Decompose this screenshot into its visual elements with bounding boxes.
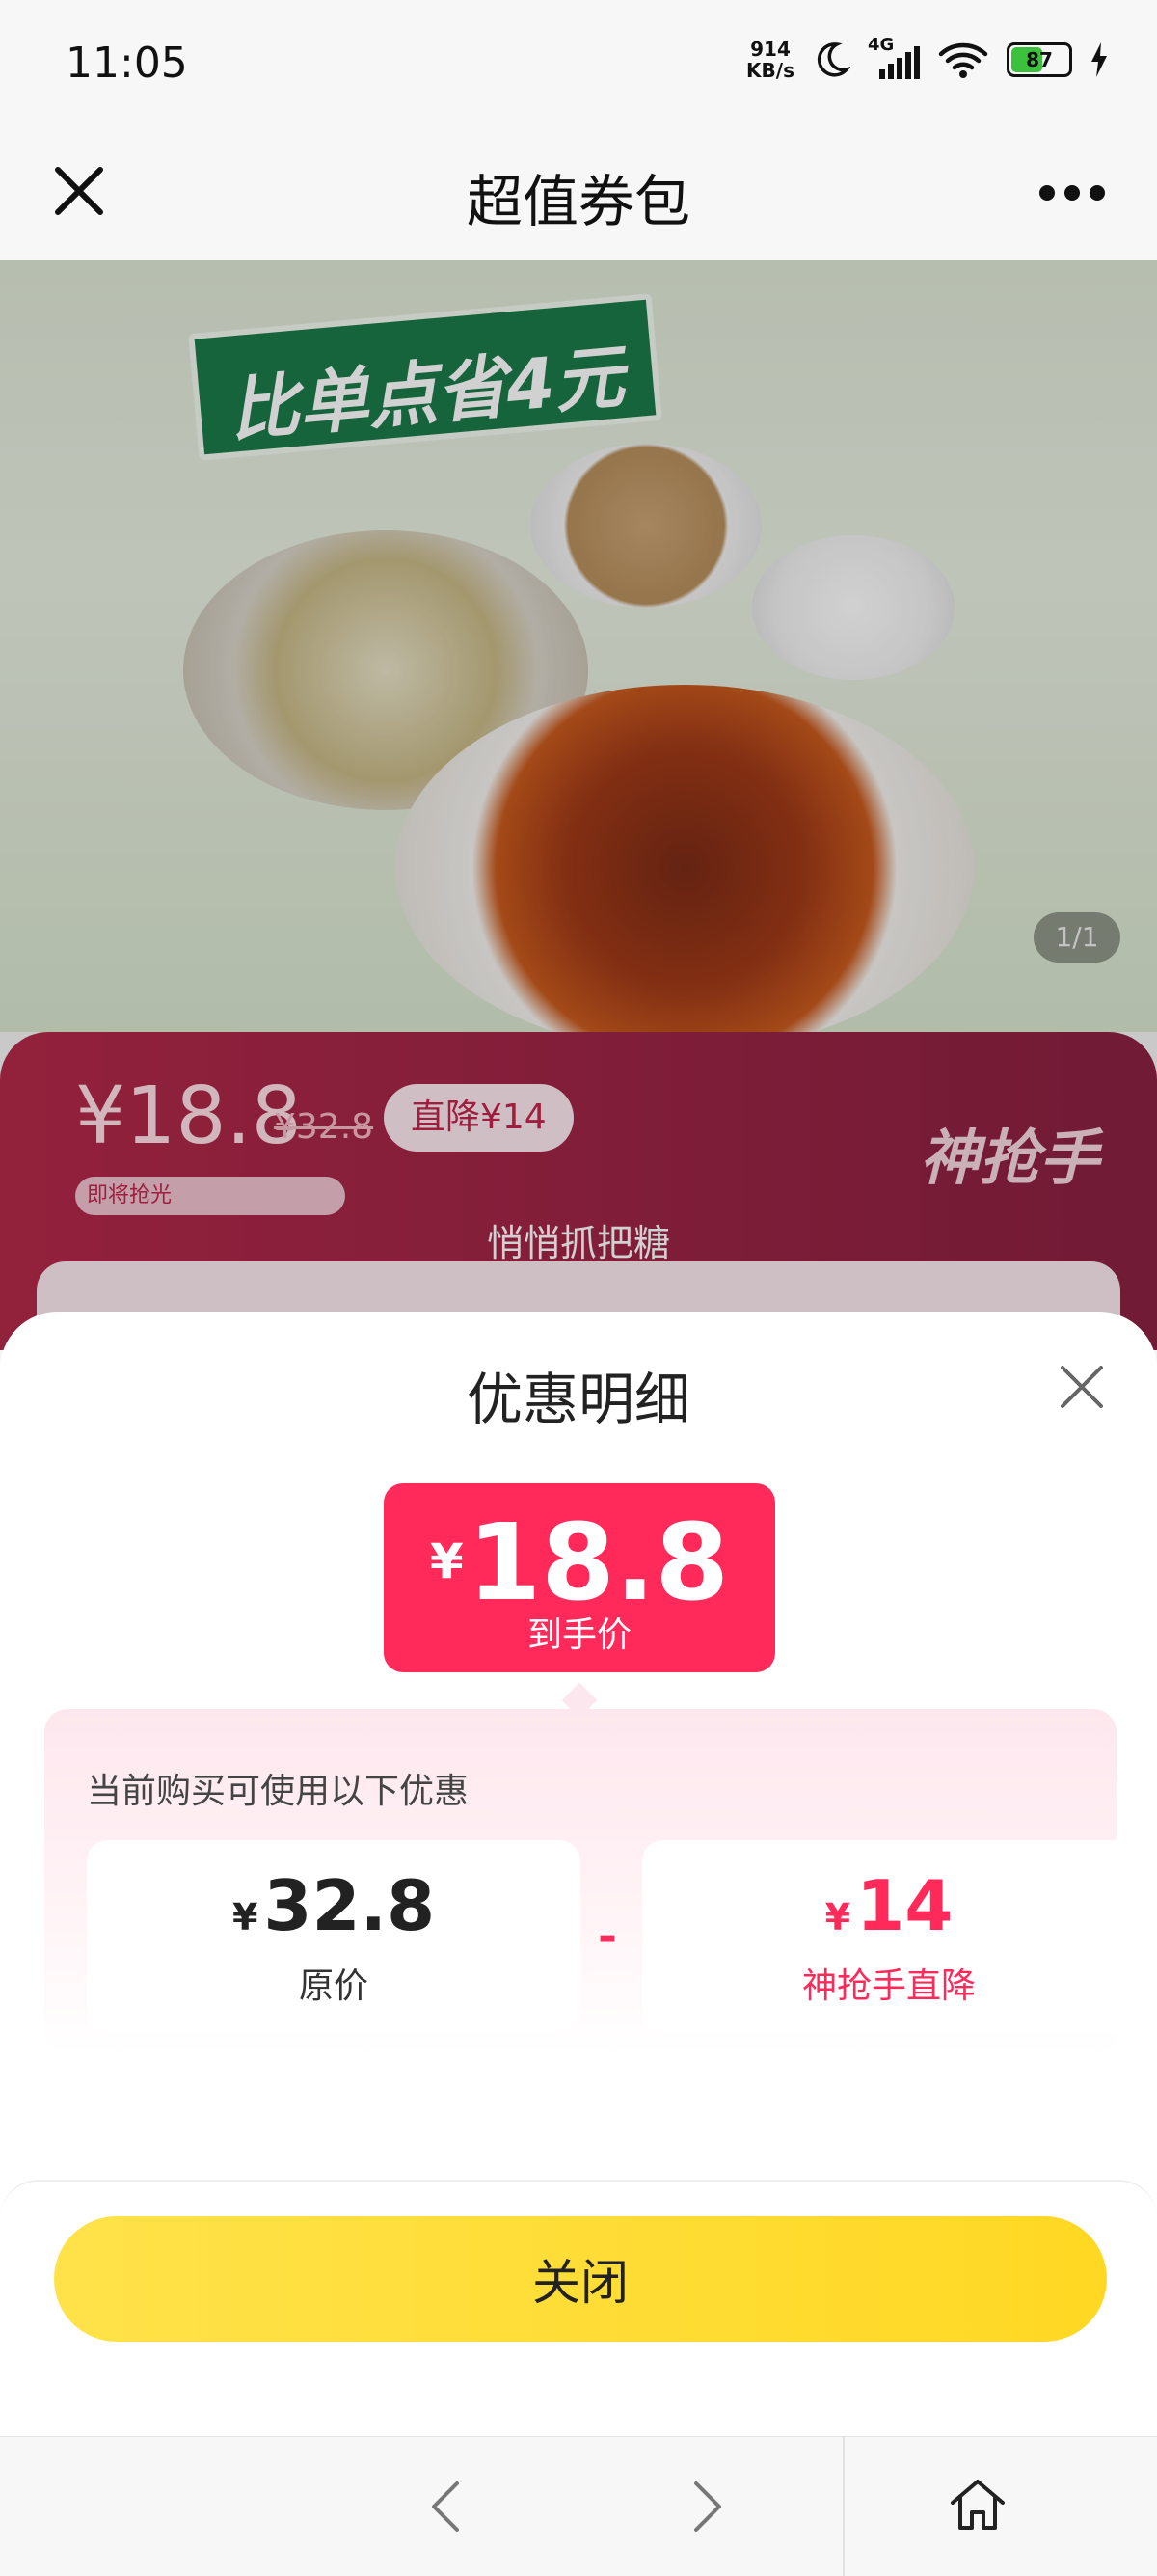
wifi-icon (938, 42, 988, 78)
status-bar: 11:05 914 KB/s 4G 87 (0, 0, 1157, 135)
sheet-title: 优惠明细 (466, 1367, 690, 1432)
close-button[interactable]: 关闭 (54, 2216, 1107, 2342)
page-title: 超值券包 (466, 169, 690, 234)
browser-toolbar (0, 2436, 1157, 2576)
discount-value: 14 (856, 1865, 954, 1946)
discount-detail-sheet: 优惠明细 ¥18.8 到手价 当前购买可使用以下优惠 ¥32.8 原价 - ¥1… (0, 1312, 1157, 2461)
network-type: 4G (868, 35, 895, 55)
nav-bar: 超值券包 (0, 135, 1157, 260)
minus-sign: - (598, 1910, 617, 1964)
dim-overlay[interactable] (0, 260, 1157, 1350)
discount-label: 神抢手直降 (801, 1966, 976, 2006)
final-price-box: ¥18.8 到手价 (384, 1483, 775, 1672)
discount-detail: 当前购买可使用以下优惠 ¥32.8 原价 - ¥14 神抢手直降 (44, 1709, 1136, 2056)
original-price-cell: ¥32.8 原价 (87, 1840, 580, 2033)
more-icon[interactable] (1039, 185, 1107, 204)
final-price-label: 到手价 (526, 1615, 632, 1655)
status-icons: 914 KB/s 4G 87 (746, 35, 1109, 82)
net-speed: 914 KB/s (746, 38, 794, 82)
original-price-value: 32.8 (263, 1865, 436, 1946)
sheet-close-icon[interactable] (1057, 1362, 1107, 1412)
battery-level: 87 (1026, 48, 1053, 71)
final-price: ¥18.8 (429, 1501, 730, 1624)
close-button-area: 关闭 (0, 2180, 1157, 2461)
signal-icon: 4G (868, 35, 920, 79)
forward-icon[interactable] (686, 2478, 729, 2535)
toolbar-divider (843, 2437, 845, 2576)
original-price-label: 原价 (298, 1966, 368, 2006)
detail-heading: 当前购买可使用以下优惠 (87, 1772, 470, 1811)
back-icon[interactable] (424, 2478, 467, 2535)
discount-cell: ¥14 神抢手直降 (642, 1840, 1136, 2033)
battery-icon: 87 (1007, 42, 1072, 77)
moon-icon (817, 42, 850, 77)
home-icon[interactable] (947, 2474, 1009, 2535)
charging-icon (1091, 42, 1107, 77)
status-time: 11:05 (66, 39, 188, 88)
